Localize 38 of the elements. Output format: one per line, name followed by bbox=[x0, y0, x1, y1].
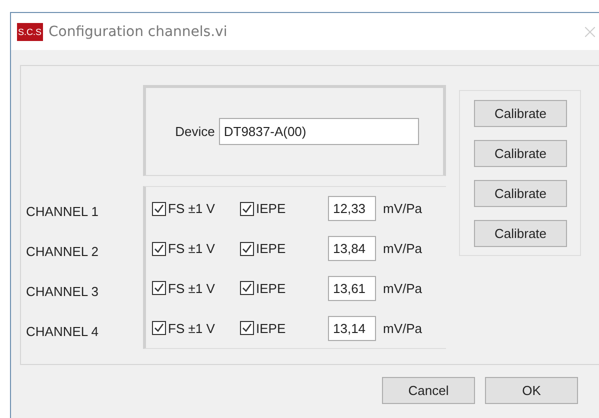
checkbox-label: FS ±1 V bbox=[168, 241, 215, 256]
checkbox[interactable] bbox=[152, 202, 166, 216]
checkbox-label: IEPE bbox=[256, 241, 286, 256]
checkbox-label: IEPE bbox=[256, 320, 286, 336]
checkbox[interactable] bbox=[240, 202, 254, 216]
device-field[interactable]: DT9837-A(00) bbox=[218, 118, 419, 145]
checkbox-label: FS ±1 V bbox=[168, 280, 215, 296]
sensitivity-field[interactable]: 12,33 bbox=[328, 196, 376, 222]
checkbox-label: FS ±1 V bbox=[168, 201, 215, 216]
channel-label: CHANNEL 1 bbox=[25, 204, 98, 218]
sensitivity-field[interactable]: 13,14 bbox=[328, 316, 376, 341]
checkbox-label: IEPE bbox=[256, 280, 286, 296]
checkbox-label: IEPE bbox=[256, 201, 286, 216]
cancel-button[interactable]: Cancel bbox=[382, 377, 475, 404]
calibrate-button[interactable]: Calibrate bbox=[474, 220, 567, 246]
unit-label: mV/Pa bbox=[383, 201, 422, 216]
checkbox[interactable] bbox=[152, 281, 166, 296]
unit-label: mV/Pa bbox=[383, 241, 422, 256]
checkbox[interactable] bbox=[240, 281, 254, 296]
calibrate-button[interactable]: Calibrate bbox=[474, 180, 567, 206]
sensitivity-field[interactable]: 13,84 bbox=[328, 236, 376, 262]
checkbox[interactable] bbox=[240, 242, 254, 256]
calibrate-button[interactable]: Calibrate bbox=[474, 140, 567, 166]
checkbox-label: FS ±1 V bbox=[168, 320, 215, 336]
sensitivity-field[interactable]: 13,61 bbox=[328, 276, 376, 301]
window-title: Configuration channels.vi bbox=[48, 24, 228, 40]
app-logo: S.C.S bbox=[17, 22, 43, 40]
ok-button[interactable]: OK bbox=[485, 377, 578, 404]
unit-label: mV/Pa bbox=[383, 320, 422, 336]
calibrate-button[interactable]: Calibrate bbox=[474, 100, 567, 126]
checkbox[interactable] bbox=[152, 321, 166, 336]
checkbox[interactable] bbox=[240, 321, 254, 336]
channel-label: CHANNEL 3 bbox=[25, 284, 98, 298]
checkbox[interactable] bbox=[152, 242, 166, 256]
channel-label: CHANNEL 4 bbox=[25, 324, 98, 338]
device-label: Device bbox=[174, 124, 215, 139]
unit-label: mV/Pa bbox=[383, 280, 422, 296]
channel-label: CHANNEL 2 bbox=[25, 244, 98, 258]
